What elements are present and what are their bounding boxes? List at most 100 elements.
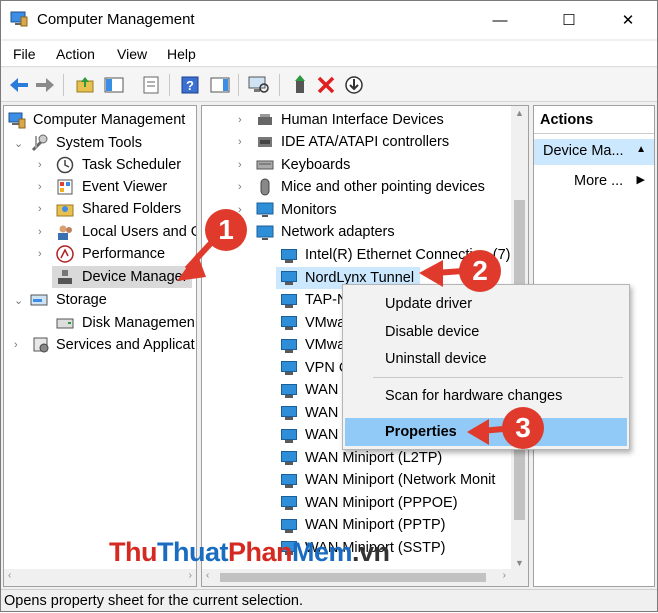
device-category-ide[interactable]: IDE ATA/ATAPI controllers [281,131,449,153]
adapter-item[interactable]: WAN [305,379,338,401]
ctx-scan-hardware[interactable]: Scan for hardware changes [385,388,562,404]
network-adapter-icon [280,495,298,511]
menu-view[interactable]: View [117,46,147,62]
storage-icon [30,294,48,306]
tree-task-scheduler[interactable]: Task Scheduler [82,154,181,176]
chevron-right-icon[interactable]: › [38,181,42,193]
menu-file[interactable]: File [13,46,36,62]
chevron-right-icon[interactable]: › [14,339,18,351]
console-tree-pane: Computer Management ⌄ System Tools › Tas… [3,105,197,587]
actions-selected-item[interactable]: Device Ma... ▲ [534,139,654,165]
adapter-item[interactable]: WAN Miniport (PPTP) [305,514,445,536]
update-driver-icon[interactable] [342,73,366,97]
network-adapter-icon [280,315,298,331]
toolbar: ? [1,68,657,102]
chevron-right-icon[interactable]: › [238,159,242,171]
up-folder-icon[interactable] [73,73,97,97]
adapter-item[interactable]: WAN [305,424,338,446]
chevron-right-icon[interactable]: › [238,136,242,148]
chevron-down-icon[interactable]: ⌄ [14,137,23,150]
services-icon [33,337,49,353]
tree-computer-management[interactable]: Computer Management [33,109,185,131]
network-adapter-icon [280,518,298,534]
computer-management-icon [8,112,26,129]
tree-system-tools[interactable]: System Tools [56,132,142,154]
actions-more-item[interactable]: More ... ▶ [534,170,654,194]
computer-management-window: Computer Management — ☐ ✕ File Action Vi… [0,0,658,612]
chevron-right-icon[interactable]: › [238,181,242,193]
chevron-right-icon[interactable]: › [38,203,42,215]
annotation-badge-3: 3 [502,407,544,449]
device-category-network-adapters[interactable]: Network adapters [281,221,395,243]
adapter-item[interactable]: WAN Miniport (PPPOE) [305,492,458,514]
adapter-item[interactable]: WAN Miniport (Network Monit [305,469,495,491]
status-text: Opens property sheet for the current sel… [4,593,304,609]
chevron-right-icon[interactable]: › [238,114,242,126]
tools-icon [31,134,48,152]
device-category-mice[interactable]: Mice and other pointing devices [281,176,485,198]
enable-device-icon[interactable] [288,73,312,97]
tree-local-users[interactable]: Local Users and G [82,221,196,243]
collapse-triangle-icon[interactable]: ▲ [636,144,646,155]
tree-disk-management[interactable]: Disk Managemen [82,312,195,334]
ctx-disable-device[interactable]: Disable device [385,324,479,340]
network-adapter-icon [280,428,298,444]
scrollbar-thumb[interactable] [220,573,486,582]
menu-help[interactable]: Help [167,46,196,62]
help-icon[interactable]: ? [178,73,202,97]
ctx-uninstall-device[interactable]: Uninstall device [385,351,487,367]
device-tree-horizontal-scrollbar[interactable]: ‹ › [202,569,528,586]
tree-performance[interactable]: Performance [82,243,165,265]
annotation-badge-1: 1 [205,209,247,251]
adapter-item[interactable]: WAN Miniport (L2TP) [305,447,442,469]
maximize-button[interactable]: ☐ [546,1,592,39]
title-bar: Computer Management — ☐ ✕ [1,1,657,39]
minimize-button[interactable]: — [477,1,523,39]
ctx-properties-item[interactable]: Properties [345,418,627,446]
scan-hardware-icon[interactable] [247,73,271,97]
chevron-right-icon[interactable]: › [38,226,42,238]
show-hide-console-tree-icon[interactable] [102,73,126,97]
network-adapter-icon [280,450,298,466]
mouse-icon [260,178,270,196]
device-category-keyboards[interactable]: Keyboards [281,154,350,176]
network-adapter-icon [280,405,298,421]
ide-controller-icon [258,137,272,147]
tree-services-applications[interactable]: Services and Applicat [56,334,195,356]
chevron-right-icon[interactable]: › [38,248,42,260]
export-list-icon[interactable] [139,73,163,97]
adapter-item[interactable]: VMwa [305,334,345,356]
keyboard-icon [256,160,274,170]
forward-icon[interactable] [33,73,57,97]
tree-shared-folders[interactable]: Shared Folders [82,198,181,220]
adapter-item[interactable]: WAN [305,402,338,424]
device-context-menu: Update driver Disable device Uninstall d… [342,284,630,450]
tree-device-manager[interactable]: Device Manager [82,266,188,288]
tree-storage[interactable]: Storage [56,289,107,311]
network-adapter-icon [280,248,298,264]
show-action-pane-icon[interactable] [208,73,232,97]
tree-event-viewer[interactable]: Event Viewer [82,176,167,198]
back-icon[interactable] [7,73,31,97]
menu-action[interactable]: Action [56,46,95,62]
device-category-monitors[interactable]: Monitors [281,199,337,221]
event-viewer-icon [57,179,73,195]
computer-management-app-icon [10,11,28,27]
ctx-update-driver[interactable]: Update driver [385,296,472,312]
close-window-button[interactable]: ✕ [605,1,651,39]
actions-selected-label: Device Ma... [543,143,624,159]
adapter-item[interactable]: VMwa [305,312,345,334]
network-adapter-icon [280,293,298,309]
clock-icon [56,156,74,174]
menu-bar: File Action View Help [1,41,657,67]
device-category-hid[interactable]: Human Interface Devices [281,109,444,131]
status-bar: Opens property sheet for the current sel… [1,589,657,611]
left-pane-horizontal-scrollbar[interactable]: ‹ › [4,569,196,586]
disk-management-icon [56,318,74,329]
chevron-down-icon[interactable]: ⌄ [14,294,23,307]
network-adapter-icon [280,383,298,399]
uninstall-device-icon[interactable] [314,73,338,97]
performance-icon [56,245,74,263]
network-adapter-icon [280,360,298,376]
chevron-right-icon[interactable]: › [38,159,42,171]
